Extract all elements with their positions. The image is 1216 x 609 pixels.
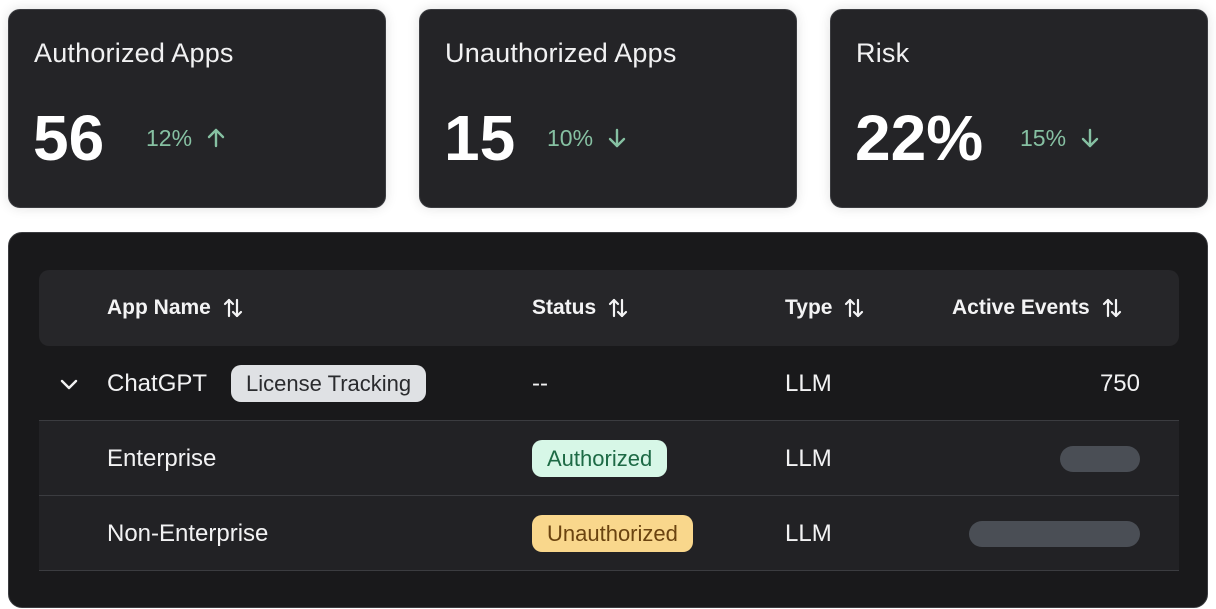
stat-delta: 15% xyxy=(1020,123,1102,153)
stat-title: Risk xyxy=(856,38,910,68)
status-cell: Unauthorized xyxy=(532,496,693,571)
column-header-type[interactable]: Type xyxy=(785,270,866,346)
column-label: Type xyxy=(785,296,833,319)
stat-delta: 12% xyxy=(146,123,228,153)
stat-delta-value: 15% xyxy=(1020,125,1067,151)
column-header-active-events[interactable]: Active Events xyxy=(952,270,1124,346)
stat-card-unauthorized-apps: Unauthorized Apps 15 10% xyxy=(419,9,797,208)
sort-icon[interactable] xyxy=(606,296,630,320)
column-label: Status xyxy=(532,296,597,319)
table-header: App Name Status Type Active Events xyxy=(39,270,1179,346)
active-events-cell: 750 xyxy=(1099,369,1140,397)
dashboard: Authorized Apps 56 12% Unauthorized Apps… xyxy=(0,0,1216,609)
chevron-down-icon[interactable] xyxy=(57,346,81,421)
status-cell: -- xyxy=(532,369,548,397)
column-header-app-name[interactable]: App Name xyxy=(107,270,245,346)
apps-table-panel: App Name Status Type Active Events ChatG… xyxy=(8,232,1208,608)
license-tracking-badge: License Tracking xyxy=(231,365,427,402)
stat-value: 56 xyxy=(33,102,105,174)
status-badge: Authorized xyxy=(532,440,668,477)
stat-card-authorized-apps: Authorized Apps 56 12% xyxy=(8,9,386,208)
column-header-status[interactable]: Status xyxy=(532,270,630,346)
sort-icon[interactable] xyxy=(842,296,866,320)
active-events-cell xyxy=(969,496,1140,571)
sort-icon[interactable] xyxy=(221,296,245,320)
type-cell: LLM xyxy=(785,369,832,397)
table-row[interactable]: Non-Enterprise Unauthorized LLM xyxy=(39,496,1179,571)
type-cell: LLM xyxy=(785,519,832,547)
column-label: Active Events xyxy=(952,296,1090,319)
stat-value: 22% xyxy=(855,102,984,174)
table-row[interactable]: ChatGPT License Tracking -- LLM 750 xyxy=(39,346,1179,421)
active-events-bar xyxy=(1060,445,1140,472)
stat-delta-value: 10% xyxy=(547,125,594,151)
status-badge: Unauthorized xyxy=(532,515,693,552)
table-row[interactable]: Enterprise Authorized LLM xyxy=(39,421,1179,496)
stat-value: 15 xyxy=(444,102,516,174)
stat-delta: 10% xyxy=(547,123,629,153)
app-name-cell: ChatGPT License Tracking xyxy=(107,346,427,421)
arrow-up-icon xyxy=(204,126,228,150)
stat-card-risk: Risk 22% 15% xyxy=(830,9,1208,208)
stat-title: Authorized Apps xyxy=(34,38,234,68)
active-events-cell xyxy=(1060,421,1140,496)
app-name-cell: Enterprise xyxy=(107,421,216,496)
stat-title: Unauthorized Apps xyxy=(445,38,677,68)
arrow-down-icon xyxy=(605,126,629,150)
app-name: ChatGPT xyxy=(107,369,208,397)
sort-icon[interactable] xyxy=(1100,296,1124,320)
app-name: Non-Enterprise xyxy=(107,519,269,547)
column-label: App Name xyxy=(107,296,211,319)
app-name-cell: Non-Enterprise xyxy=(107,496,268,571)
type-cell: LLM xyxy=(785,444,832,472)
status-cell: Authorized xyxy=(532,421,668,496)
active-events-bar xyxy=(969,520,1140,547)
app-name: Enterprise xyxy=(107,444,217,472)
stat-delta-value: 12% xyxy=(146,125,193,151)
arrow-down-icon xyxy=(1078,126,1102,150)
